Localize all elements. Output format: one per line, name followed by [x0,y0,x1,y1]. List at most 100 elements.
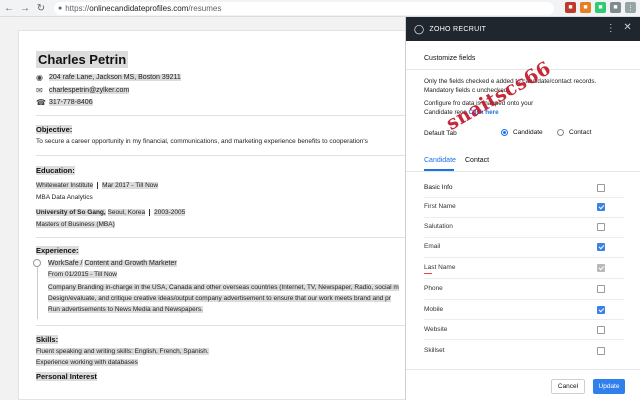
radio-button[interactable] [501,129,508,136]
zoho-recruit-panel: ◯ ZOHO RECRUIT ⋮ ✕ Customize fields Only… [405,17,640,400]
divider [406,171,640,172]
tab-candidate[interactable]: Candidate [424,157,456,164]
edu1-degree: MBA Data Analytics [36,194,93,201]
field-checkbox[interactable] [597,306,605,314]
note-text: e added to candidate/contact records. [490,78,597,85]
field-label: Website [424,326,448,333]
exp-line: Design/evaluate, and critique creative i… [48,295,391,302]
divider [36,237,426,238]
objective-heading: Objective: [36,125,73,134]
phone-text: 317-778-8406 [49,99,93,106]
email-text: charlespetrin@zylker.com [49,87,130,94]
field-label: Mobile [424,306,444,313]
note-configure: Configure fro data is mapped onto your C… [424,99,629,117]
extension-icon[interactable]: ■ [595,2,606,13]
email-row: ✉ charlespetrin@zylker.com [36,86,130,95]
note-text: data is mapped onto your [462,100,534,107]
timeline-dot [33,259,41,267]
field-checkbox[interactable] [597,347,605,355]
field-checkbox[interactable] [597,203,605,211]
divider [36,115,426,116]
divider [424,278,624,279]
location-pin-icon: ◉ [36,73,43,82]
phone-icon: ☎ [36,98,46,107]
url-prefix: https:// [65,3,90,13]
experience-heading: Experience: [36,246,79,255]
field-checkbox[interactable] [597,243,605,251]
address-row: ◉ 204 rafe Lane, Jackson MS, Boston 3921… [36,73,181,82]
field-checkbox[interactable] [597,326,605,334]
exp-title: Content and Growth Marketer [84,260,177,267]
radio-candidate-label: Candidate [513,129,543,136]
education-row: Whitewater Institute Mar 2017 - Till Now [36,182,159,190]
field-label: Skillset [424,347,445,354]
education-heading: Education: [36,166,75,175]
mail-icon: ✉ [36,86,43,95]
more-options-icon[interactable]: ⋮ [606,23,616,34]
timeline-line [37,259,38,319]
divider [424,299,624,300]
edu2-location: Seoul, Korea [107,209,146,217]
radio-button[interactable] [557,129,564,136]
close-icon[interactable]: ✕ [623,22,632,33]
edu2-degree: Masters of Business (MBA) [36,221,115,228]
separator [149,209,151,216]
field-label: First Name [424,203,456,210]
menu-icon[interactable]: ⋮ [625,2,636,13]
note-text: Candidate reco [424,109,467,116]
radio-contact-label: Contact [569,129,592,136]
exp-line: Company Branding in-charge in the USA, C… [48,284,399,291]
skills-line: Experience working with databases [36,359,138,366]
field-checkbox [597,264,605,272]
field-label: Last Name [424,264,456,271]
zoho-recruit-logo-icon: ◯ [414,23,425,34]
field-checkbox[interactable] [597,223,605,231]
personal-interest-heading: Personal Interest [36,372,97,381]
field-checkbox[interactable] [597,184,605,192]
default-tab-label: Default Tab [424,130,457,137]
objective-text: To secure a career opportunity in my fin… [36,138,368,145]
reload-icon[interactable]: ↻ [34,1,48,15]
divider [406,69,640,70]
note-text: Only the fields checked [424,78,490,85]
exp-dates: From 01/2015 - Till Now [48,271,117,278]
extension-icon[interactable]: ■ [565,2,576,13]
update-button[interactable]: Update [593,379,625,394]
field-checkbox[interactable] [597,285,605,293]
skills-line: Fluent speaking and writing skills: Engl… [36,348,209,355]
back-icon[interactable]: ← [2,1,16,15]
exp-company: WorkSafe / [48,260,83,267]
radio-candidate[interactable]: Candidate [501,129,543,136]
divider [36,155,426,156]
click-here-link[interactable]: Click here [468,109,498,116]
lock-icon: ● [58,4,63,12]
note-text: unchecked. [476,87,510,94]
cancel-button[interactable]: Cancel [551,379,585,394]
exp-line: Run advertisements to News Media and New… [48,306,203,313]
tab-contact[interactable]: Contact [465,157,489,164]
address-bar[interactable]: ● https://onlinecandidateprofiles.com/re… [54,1,554,15]
field-label: Phone [424,285,443,292]
field-label: Email [424,243,441,250]
divider [424,339,624,340]
phone-row: ☎ 317-778-8406 [36,98,93,107]
panel-app-title: ZOHO RECRUIT [429,25,487,33]
extension-icon[interactable]: ■ [580,2,591,13]
divider [424,237,624,238]
edu1-school: Whitewater Institute [36,182,94,190]
divider [424,319,624,320]
required-marker [424,273,432,274]
radio-contact[interactable]: Contact [557,129,591,136]
url-host: onlinecandidateprofiles.com [89,3,189,13]
address-text: 204 rafe Lane, Jackson MS, Boston 39211 [49,74,181,81]
edu1-dates: Mar 2017 - Till Now [102,182,159,190]
note-text: Configure fro [424,100,461,107]
extension-icon[interactable]: ■ [610,2,621,13]
education-row: University of So Gang, Seoul, Korea 2003-… [36,209,186,217]
browser-toolbar: ← → ↻ ● https://onlinecandidateprofiles.… [0,0,640,17]
note-only-checked: Only the fields checked e added to candi… [424,77,629,95]
field-label: Salutation [424,223,453,230]
forward-icon[interactable]: → [18,1,32,15]
edu2-dates: 2003-2005 [154,209,186,217]
divider [36,325,426,326]
